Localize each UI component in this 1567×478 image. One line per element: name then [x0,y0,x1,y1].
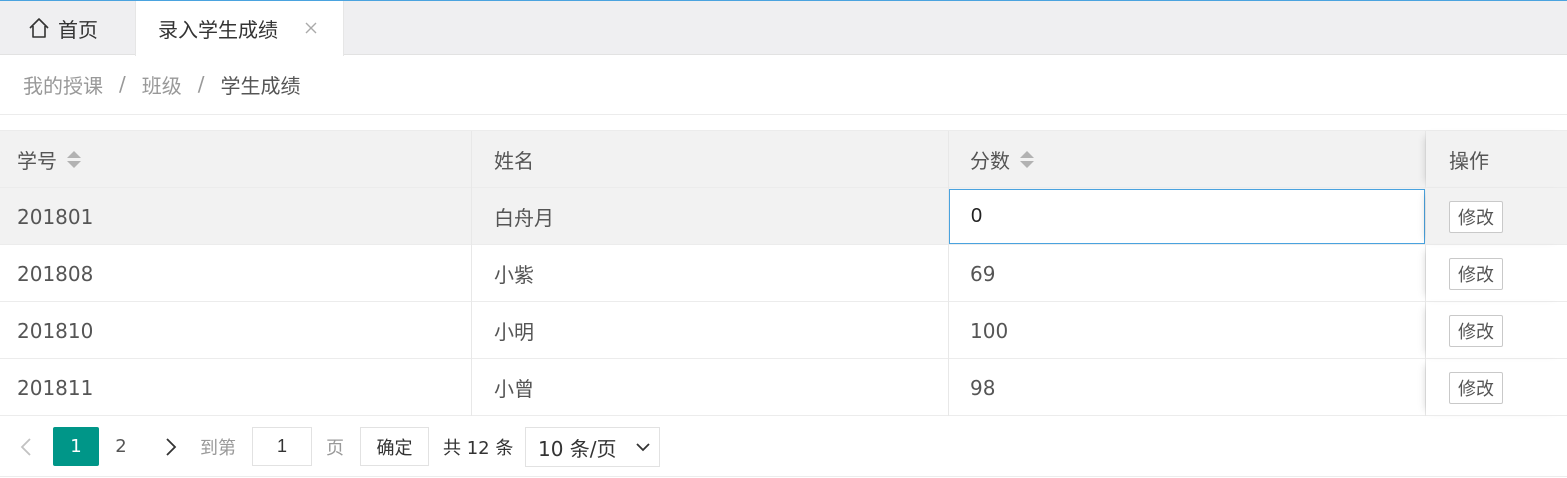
student-name-cell: 白舟月 [472,188,949,245]
student-id-cell: 201801 [0,188,472,245]
score-cell[interactable]: 100 [949,302,1426,359]
goto-label: 到第 [200,437,236,459]
sort-icon[interactable] [1020,150,1034,169]
chevron-left-icon [20,438,31,456]
tab-home-label: 首页 [58,17,98,42]
breadcrumb-separator: / [119,72,126,96]
action-cell: 修改 [1426,188,1567,245]
pagination: 1 2 到第 页 确定 共 12 条 10 条/页 [0,416,1567,477]
tab-enter-scores[interactable]: 录入学生成绩 [135,1,344,56]
table-row: 201811 小曾 98 修改 [0,359,1567,416]
breadcrumb-item-class[interactable]: 班级 [142,70,182,99]
prev-page-button[interactable] [12,428,40,466]
edit-button[interactable]: 修改 [1449,257,1503,290]
page-suffix-label: 页 [326,437,344,459]
column-header-name: 姓名 [472,131,949,188]
student-name-cell: 小明 [472,302,949,359]
breadcrumb-separator: / [197,72,205,96]
student-id-cell: 201810 [0,302,472,359]
column-header-id[interactable]: 学号 [0,131,472,188]
action-cell: 修改 [1426,245,1567,302]
score-cell[interactable]: 69 [949,245,1426,302]
table-row: 201808 小紫 69 修改 [0,245,1567,302]
chevron-right-icon [166,438,177,456]
chevron-down-icon [636,443,650,452]
page-size-value: 10 条/页 [538,436,617,461]
edit-button[interactable]: 修改 [1449,314,1503,347]
home-icon [29,18,49,38]
edit-button[interactable]: 修改 [1449,371,1503,404]
student-id-cell: 201808 [0,245,472,302]
column-header-action: 操作 [1426,131,1567,188]
edit-button[interactable]: 修改 [1449,200,1503,233]
column-header-score[interactable]: 分数 [949,131,1426,188]
tab-enter-scores-label: 录入学生成绩 [158,18,278,42]
sort-icon[interactable] [67,150,81,169]
total-count: 共 12 条 [443,437,514,459]
student-name-cell: 小曾 [472,359,949,416]
student-id-cell: 201811 [0,359,472,416]
goto-confirm-button[interactable]: 确定 [360,427,429,466]
action-cell: 修改 [1426,302,1567,359]
table-header: 学号 姓名 分数 操作 [0,131,1567,188]
breadcrumb: 我的授课 / 班级 / 学生成绩 [23,70,301,98]
page-button-2[interactable]: 2 [100,427,142,466]
student-name-cell: 小紫 [472,245,949,302]
table-row: 201801 白舟月 修改 [0,188,1567,245]
divider [0,114,1567,115]
breadcrumb-item-courses[interactable]: 我的授课 [23,70,103,99]
tab-bar: 首页 录入学生成绩 [0,0,1567,56]
table-row: 201810 小明 100 修改 [0,302,1567,359]
page-size-select[interactable]: 10 条/页 [525,427,660,467]
tab-home[interactable]: 首页 [0,1,135,55]
page-button-1[interactable]: 1 [53,427,99,466]
action-cell: 修改 [1426,359,1567,416]
breadcrumb-item-scores: 学生成绩 [220,73,301,98]
score-cell[interactable]: 98 [949,359,1426,416]
next-page-button[interactable] [155,428,187,466]
close-icon[interactable] [301,18,321,38]
score-input[interactable] [949,189,1425,244]
goto-page-input[interactable] [252,427,312,466]
